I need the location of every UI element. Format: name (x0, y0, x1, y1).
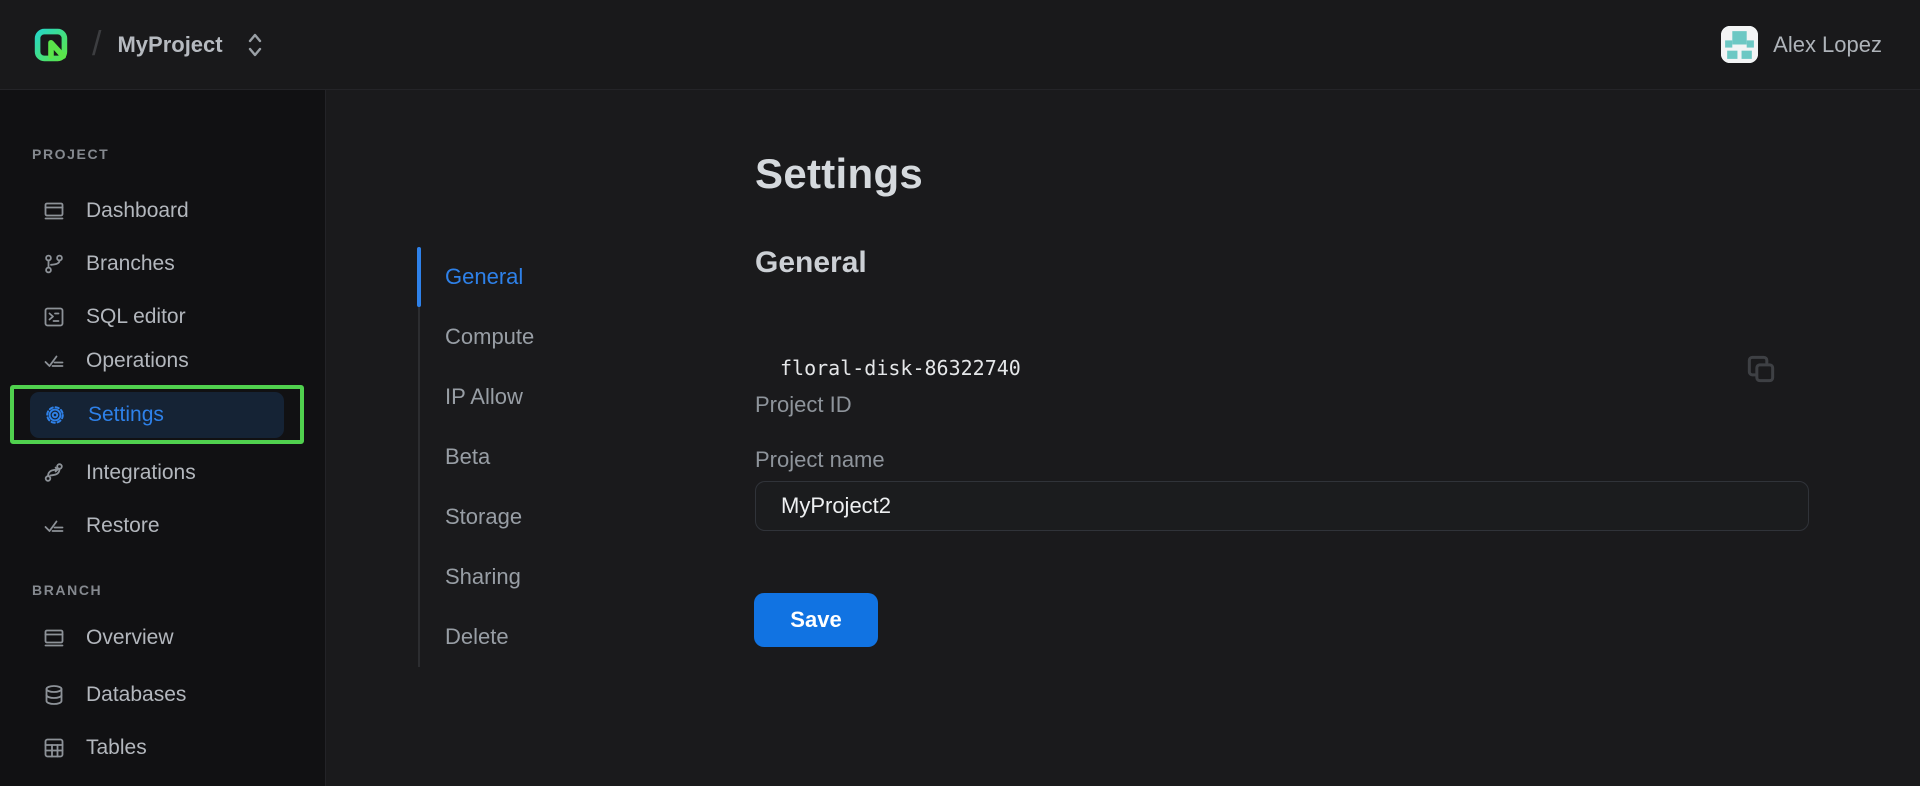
sidebar-section-branch: BRANCH (32, 582, 325, 598)
project-name: MyProject (117, 32, 222, 58)
sidebar-item-integrations[interactable]: Integrations (0, 450, 325, 496)
settings-nav-beta[interactable]: Beta (420, 427, 648, 487)
sidebar-item-dashboard[interactable]: Dashboard (0, 188, 325, 234)
git-branch-icon (42, 252, 66, 276)
sidebar-item-label: Overview (86, 626, 174, 650)
database-icon (42, 683, 66, 707)
window-icon (42, 626, 66, 650)
page-title: Settings (755, 150, 923, 198)
settings-nav-general[interactable]: General (420, 247, 648, 307)
check-list-icon (42, 349, 66, 373)
click-annotation-box: Settings (10, 385, 304, 444)
sidebar-item-overview[interactable]: Overview (0, 615, 325, 661)
user-menu[interactable]: Alex Lopez (1721, 26, 1882, 63)
sidebar-section-project: PROJECT (32, 146, 325, 162)
settings-nav-compute[interactable]: Compute (420, 307, 648, 367)
sidebar-item-label: Databases (86, 683, 186, 707)
gear-icon (42, 402, 68, 428)
project-id-label: Project ID (755, 392, 852, 418)
user-name: Alex Lopez (1773, 32, 1882, 58)
project-selector[interactable]: MyProject (117, 31, 262, 59)
sidebar-item-operations[interactable]: Operations (0, 338, 325, 384)
breadcrumb-slash: / (92, 25, 101, 64)
settings-nav-ip-allow[interactable]: IP Allow (420, 367, 648, 427)
sidebar-item-label: Dashboard (86, 199, 189, 223)
main-content: Settings General Compute IP Allow Beta S… (326, 90, 1920, 786)
top-bar: / MyProject Alex Lopez (0, 0, 1920, 90)
sidebar-item-label: Settings (88, 403, 164, 427)
settings-nav: General Compute IP Allow Beta Storage Sh… (418, 247, 648, 667)
sidebar-item-branches[interactable]: Branches (0, 241, 325, 287)
chevron-up-down-icon (247, 31, 263, 59)
save-button[interactable]: Save (754, 593, 878, 647)
sidebar-item-settings[interactable]: Settings (30, 392, 284, 438)
sidebar-item-label: Restore (86, 514, 160, 538)
copy-button[interactable] (1739, 348, 1783, 392)
project-id-value: floral-disk-86322740 (780, 356, 1021, 380)
settings-nav-delete[interactable]: Delete (420, 607, 648, 667)
sidebar-item-label: SQL editor (86, 305, 186, 329)
sidebar-item-tables[interactable]: Tables (0, 725, 325, 771)
avatar (1721, 26, 1758, 63)
project-name-input[interactable] (755, 481, 1809, 531)
sidebar-item-label: Tables (86, 736, 147, 760)
terminal-icon (42, 305, 66, 329)
section-heading: General (755, 246, 867, 280)
sidebar-item-label: Operations (86, 349, 189, 373)
sidebar-item-sql-editor[interactable]: SQL editor (0, 294, 325, 340)
sidebar-item-databases[interactable]: Databases (0, 672, 325, 718)
settings-nav-sharing[interactable]: Sharing (420, 547, 648, 607)
sidebar-item-restore[interactable]: Restore (0, 503, 325, 549)
window-icon (42, 199, 66, 223)
project-name-label: Project name (755, 447, 885, 473)
integrations-icon (42, 461, 66, 485)
settings-nav-storage[interactable]: Storage (420, 487, 648, 547)
sidebar-item-label: Branches (86, 252, 175, 276)
sidebar: PROJECT Dashboard Branches SQL editor (0, 90, 326, 786)
sidebar-item-label: Integrations (86, 461, 196, 485)
table-icon (42, 736, 66, 760)
neon-logo-icon[interactable] (32, 25, 70, 65)
check-list-icon (42, 514, 66, 538)
copy-icon (1741, 349, 1781, 389)
